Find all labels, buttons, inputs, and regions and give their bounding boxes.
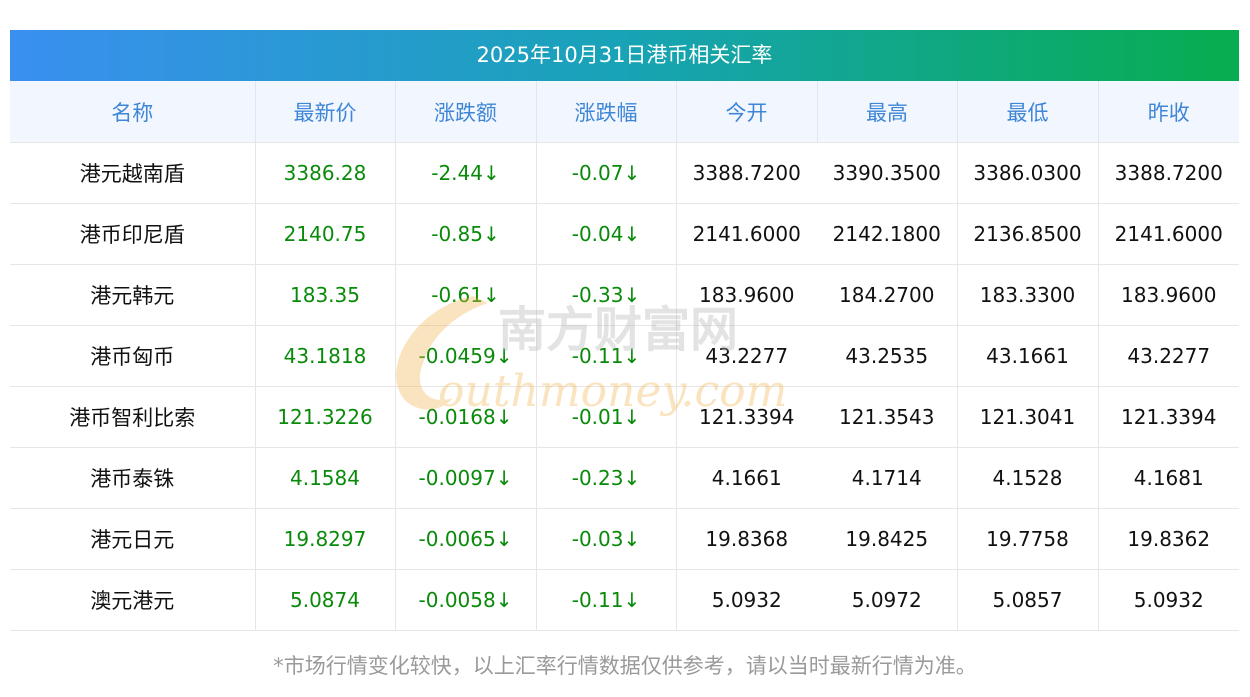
cell-change-pct: -0.04↓ xyxy=(535,203,676,265)
cell-name: 澳元港元 xyxy=(10,569,255,631)
cell-change: -0.0459↓ xyxy=(394,325,536,387)
cell-prev-close: 43.2277 xyxy=(1097,325,1239,387)
cell-high: 3390.3500 xyxy=(817,142,957,204)
cell-prev-close: 5.0932 xyxy=(1097,569,1239,631)
table-row: 港币泰铢 4.1584 -0.0097↓ -0.23↓ 4.1661 4.1714 4.15… xyxy=(10,447,1239,509)
cell-name: 港元越南盾 xyxy=(10,142,255,204)
rate-table: 名称 最新价 涨跌额 涨跌幅 今开 最高 最低 昨收 港元越南盾 3386.28-… xyxy=(10,81,1239,631)
cell-open: 19.8368 xyxy=(675,508,817,570)
cell-change-pct: -0.11↓ xyxy=(535,325,676,387)
cell-prev-close: 3388.7200 xyxy=(1097,142,1239,204)
cell-low: 19.7758 xyxy=(956,508,1098,570)
cell-low: 4.1528 xyxy=(956,447,1098,509)
cell-prev-close: 19.8362 xyxy=(1097,508,1239,570)
cell-change-pct: -0.23↓ xyxy=(535,447,676,509)
cell-open: 4.1661 xyxy=(675,447,817,509)
cell-open: 43.2277 xyxy=(675,325,817,387)
cell-prev-close: 4.1681 xyxy=(1097,447,1239,509)
table-title: 2025年10月31日港币相关汇率 xyxy=(10,30,1239,81)
cell-name: 港币智利比索 xyxy=(10,386,255,448)
cell-change: -0.0097↓ xyxy=(394,447,536,509)
header-low: 最低 xyxy=(956,81,1098,143)
cell-low: 3386.0300 xyxy=(956,142,1098,204)
cell-name: 港元日元 xyxy=(10,508,255,570)
disclaimer-text: *市场行情变化较快，以上汇率行情数据仅供参考，请以当时最新行情为准。 xyxy=(273,654,977,678)
cell-prev-close: 121.3394 xyxy=(1097,386,1239,448)
cell-open: 2141.6000 xyxy=(675,203,817,265)
cell-change: -0.0065↓ xyxy=(394,508,536,570)
cell-low: 2136.8500 xyxy=(956,203,1098,265)
cell-latest-price: 2140.75 xyxy=(254,203,395,265)
table-row: 澳元港元 5.0874 -0.0058↓ -0.11↓ 5.0932 5.0972 5.08… xyxy=(10,569,1239,631)
cell-high: 43.2535 xyxy=(817,325,957,387)
table-row: 港元日元 19.8297 -0.0065↓ -0.03↓ 19.8368 19.8425 1… xyxy=(10,508,1239,570)
cell-latest-price: 121.3226 xyxy=(254,386,395,448)
cell-change: -0.85↓ xyxy=(394,203,536,265)
cell-low: 43.1661 xyxy=(956,325,1098,387)
cell-high: 2142.1800 xyxy=(817,203,957,265)
header-open: 今开 xyxy=(675,81,817,143)
cell-high: 184.2700 xyxy=(817,264,957,326)
cell-latest-price: 43.1818 xyxy=(254,325,395,387)
cell-low: 121.3041 xyxy=(956,386,1098,448)
cell-high: 19.8425 xyxy=(817,508,957,570)
cell-low: 183.3300 xyxy=(956,264,1098,326)
cell-latest-price: 3386.28 xyxy=(254,142,395,204)
table-row: 港元越南盾 3386.28 -2.44↓ -0.07↓ 3388.7200 3390.35… xyxy=(10,142,1239,204)
cell-name: 港元韩元 xyxy=(10,264,255,326)
cell-change: -0.61↓ xyxy=(394,264,536,326)
cell-latest-price: 183.35 xyxy=(254,264,395,326)
table-row: 港币匈币 43.1818 -0.0459↓ -0.11↓ 43.2277 43.2535 4… xyxy=(10,325,1239,387)
cell-latest-price: 4.1584 xyxy=(254,447,395,509)
cell-high: 5.0972 xyxy=(817,569,957,631)
table-row: 港币智利比索 121.3226 -0.0168↓ -0.01↓ 121.3394 121.… xyxy=(10,386,1239,448)
cell-low: 5.0857 xyxy=(956,569,1098,631)
cell-name: 港币印尼盾 xyxy=(10,203,255,265)
cell-name: 港币泰铢 xyxy=(10,447,255,509)
cell-name: 港币匈币 xyxy=(10,325,255,387)
cell-change-pct: -0.33↓ xyxy=(535,264,676,326)
cell-change-pct: -0.01↓ xyxy=(535,386,676,448)
cell-latest-price: 5.0874 xyxy=(254,569,395,631)
cell-open: 183.9600 xyxy=(675,264,817,326)
table-header-row: 名称 最新价 涨跌额 涨跌幅 今开 最高 最低 昨收 xyxy=(10,81,1239,143)
header-change-pct: 涨跌幅 xyxy=(535,81,676,143)
table-row: 港元韩元 183.35 -0.61↓ -0.33↓ 183.9600 184.2700 18… xyxy=(10,264,1239,326)
header-latest-price: 最新价 xyxy=(254,81,395,143)
cell-high: 121.3543 xyxy=(817,386,957,448)
header-prev-close: 昨收 xyxy=(1097,81,1239,143)
cell-open: 3388.7200 xyxy=(675,142,817,204)
cell-change-pct: -0.11↓ xyxy=(535,569,676,631)
cell-open: 5.0932 xyxy=(675,569,817,631)
rate-table-container: 2025年10月31日港币相关汇率 名称 最新价 涨跌额 涨跌幅 今开 最高 最… xyxy=(10,30,1239,631)
table-row: 港币印尼盾 2140.75 -0.85↓ -0.04↓ 2141.6000 2142.18… xyxy=(10,203,1239,265)
cell-change-pct: -0.03↓ xyxy=(535,508,676,570)
cell-change-pct: -0.07↓ xyxy=(535,142,676,204)
cell-high: 4.1714 xyxy=(817,447,957,509)
header-change: 涨跌额 xyxy=(394,81,536,143)
cell-latest-price: 19.8297 xyxy=(254,508,395,570)
cell-change: -2.44↓ xyxy=(394,142,536,204)
cell-change: -0.0168↓ xyxy=(394,386,536,448)
cell-change: -0.0058↓ xyxy=(394,569,536,631)
header-high: 最高 xyxy=(816,81,957,143)
cell-open: 121.3394 xyxy=(675,386,817,448)
cell-prev-close: 2141.6000 xyxy=(1097,203,1239,265)
cell-prev-close: 183.9600 xyxy=(1097,264,1239,326)
header-name: 名称 xyxy=(10,81,255,143)
